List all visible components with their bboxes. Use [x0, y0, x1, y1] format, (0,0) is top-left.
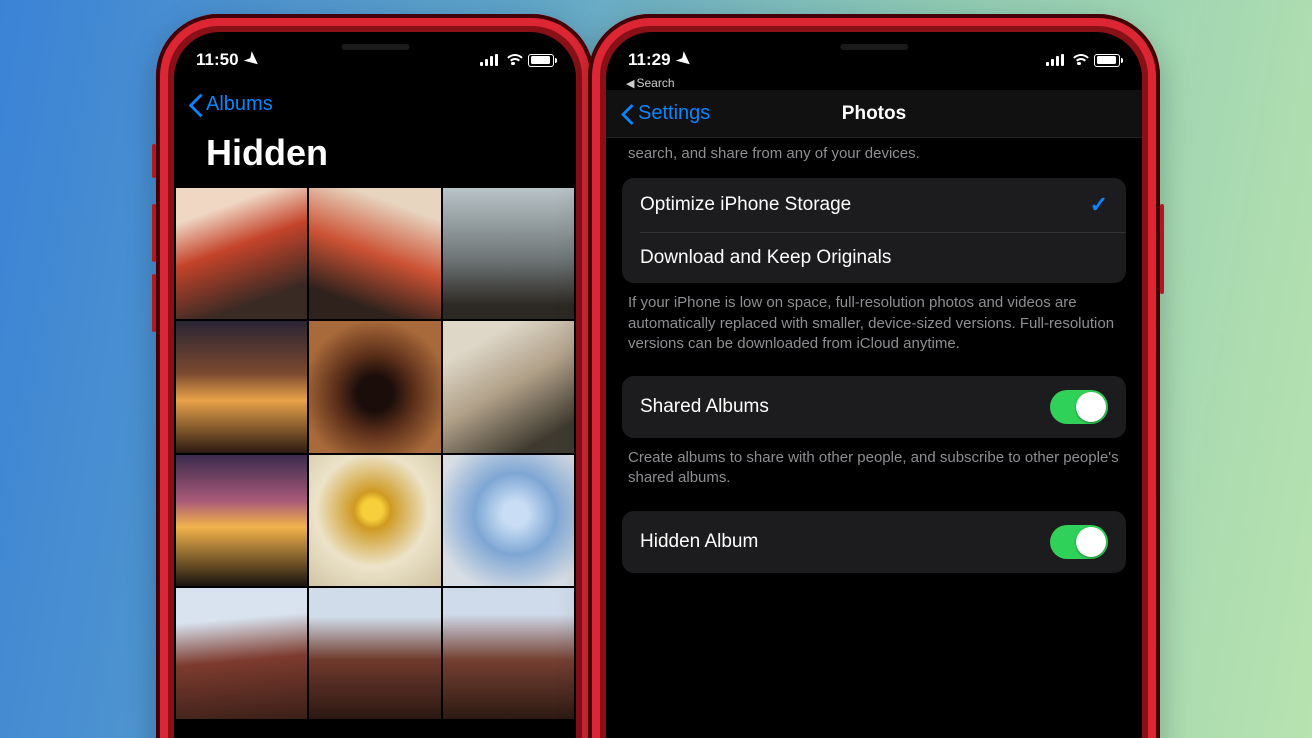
- volume-down-button: [152, 274, 156, 332]
- mute-switch: [152, 144, 156, 178]
- photo-thumbnail[interactable]: [176, 455, 307, 586]
- photo-grid[interactable]: [174, 188, 576, 719]
- photo-thumbnail[interactable]: [443, 188, 574, 319]
- back-label: Albums: [206, 93, 273, 116]
- iphone-frame-left: 11:50 ➤ Albums Hidden: [156, 14, 594, 738]
- nav-bar: Albums: [174, 80, 576, 128]
- row-label: Download and Keep Originals: [640, 247, 891, 269]
- icloud-section-caption: search, and share from any of your devic…: [606, 138, 1142, 178]
- screen-left: 11:50 ➤ Albums Hidden: [174, 32, 576, 738]
- photo-thumbnail[interactable]: [309, 188, 440, 319]
- photo-thumbnail[interactable]: [176, 588, 307, 719]
- row-label: Hidden Album: [640, 531, 758, 553]
- cellular-icon: [480, 54, 498, 66]
- screen-right: 11:29 ➤ ◀ Search Settings Photos: [606, 32, 1142, 738]
- notch: [729, 32, 1018, 62]
- page-title: Hidden: [174, 132, 576, 174]
- nav-bar: Settings Photos: [606, 90, 1142, 138]
- volume-up-button: [152, 204, 156, 262]
- shared-albums-caption: Create albums to share with other people…: [606, 438, 1142, 511]
- iphone-frame-right: 11:29 ➤ ◀ Search Settings Photos: [588, 14, 1160, 738]
- back-button[interactable]: Albums: [190, 93, 273, 116]
- optimize-storage-row[interactable]: Optimize iPhone Storage ✓: [622, 178, 1126, 232]
- cellular-icon: [1046, 54, 1064, 66]
- hidden-album-row[interactable]: Hidden Album: [622, 511, 1126, 573]
- back-button[interactable]: Settings: [622, 102, 710, 125]
- back-label: Settings: [638, 102, 710, 125]
- shared-albums-group: Shared Albums: [622, 376, 1126, 438]
- battery-icon: [1094, 54, 1120, 67]
- photo-thumbnail[interactable]: [443, 588, 574, 719]
- hidden-album-group: Hidden Album: [622, 511, 1126, 573]
- photo-thumbnail[interactable]: [176, 188, 307, 319]
- promo-background: 11:50 ➤ Albums Hidden: [0, 0, 1312, 738]
- photo-thumbnail[interactable]: [309, 588, 440, 719]
- shared-albums-row[interactable]: Shared Albums: [622, 376, 1126, 438]
- side-button: [1160, 204, 1164, 294]
- hidden-album-toggle[interactable]: [1050, 525, 1108, 559]
- earpiece: [341, 44, 409, 50]
- checkmark-icon: ✓: [1090, 192, 1108, 218]
- wifi-icon: [1070, 54, 1088, 67]
- chevron-left-icon: [622, 104, 634, 124]
- notch: [266, 32, 483, 62]
- status-time: 11:29: [628, 50, 671, 70]
- wifi-icon: [504, 54, 522, 67]
- photo-thumbnail[interactable]: [443, 321, 574, 452]
- location-icon: ➤: [240, 48, 264, 72]
- earpiece: [840, 44, 908, 50]
- photo-thumbnail[interactable]: [309, 321, 440, 452]
- photo-thumbnail[interactable]: [443, 455, 574, 586]
- shared-albums-toggle[interactable]: [1050, 390, 1108, 424]
- battery-icon: [528, 54, 554, 67]
- download-originals-row[interactable]: Download and Keep Originals: [622, 233, 1126, 283]
- location-icon: ➤: [672, 48, 696, 72]
- chevron-left-icon: [190, 94, 202, 114]
- photo-thumbnail[interactable]: [309, 455, 440, 586]
- photo-thumbnail[interactable]: [176, 321, 307, 452]
- storage-option-group: Optimize iPhone Storage ✓ Download and K…: [622, 178, 1126, 283]
- status-time: 11:50: [196, 50, 239, 70]
- row-label: Shared Albums: [640, 396, 769, 418]
- row-label: Optimize iPhone Storage: [640, 194, 851, 216]
- storage-caption: If your iPhone is low on space, full-res…: [606, 283, 1142, 376]
